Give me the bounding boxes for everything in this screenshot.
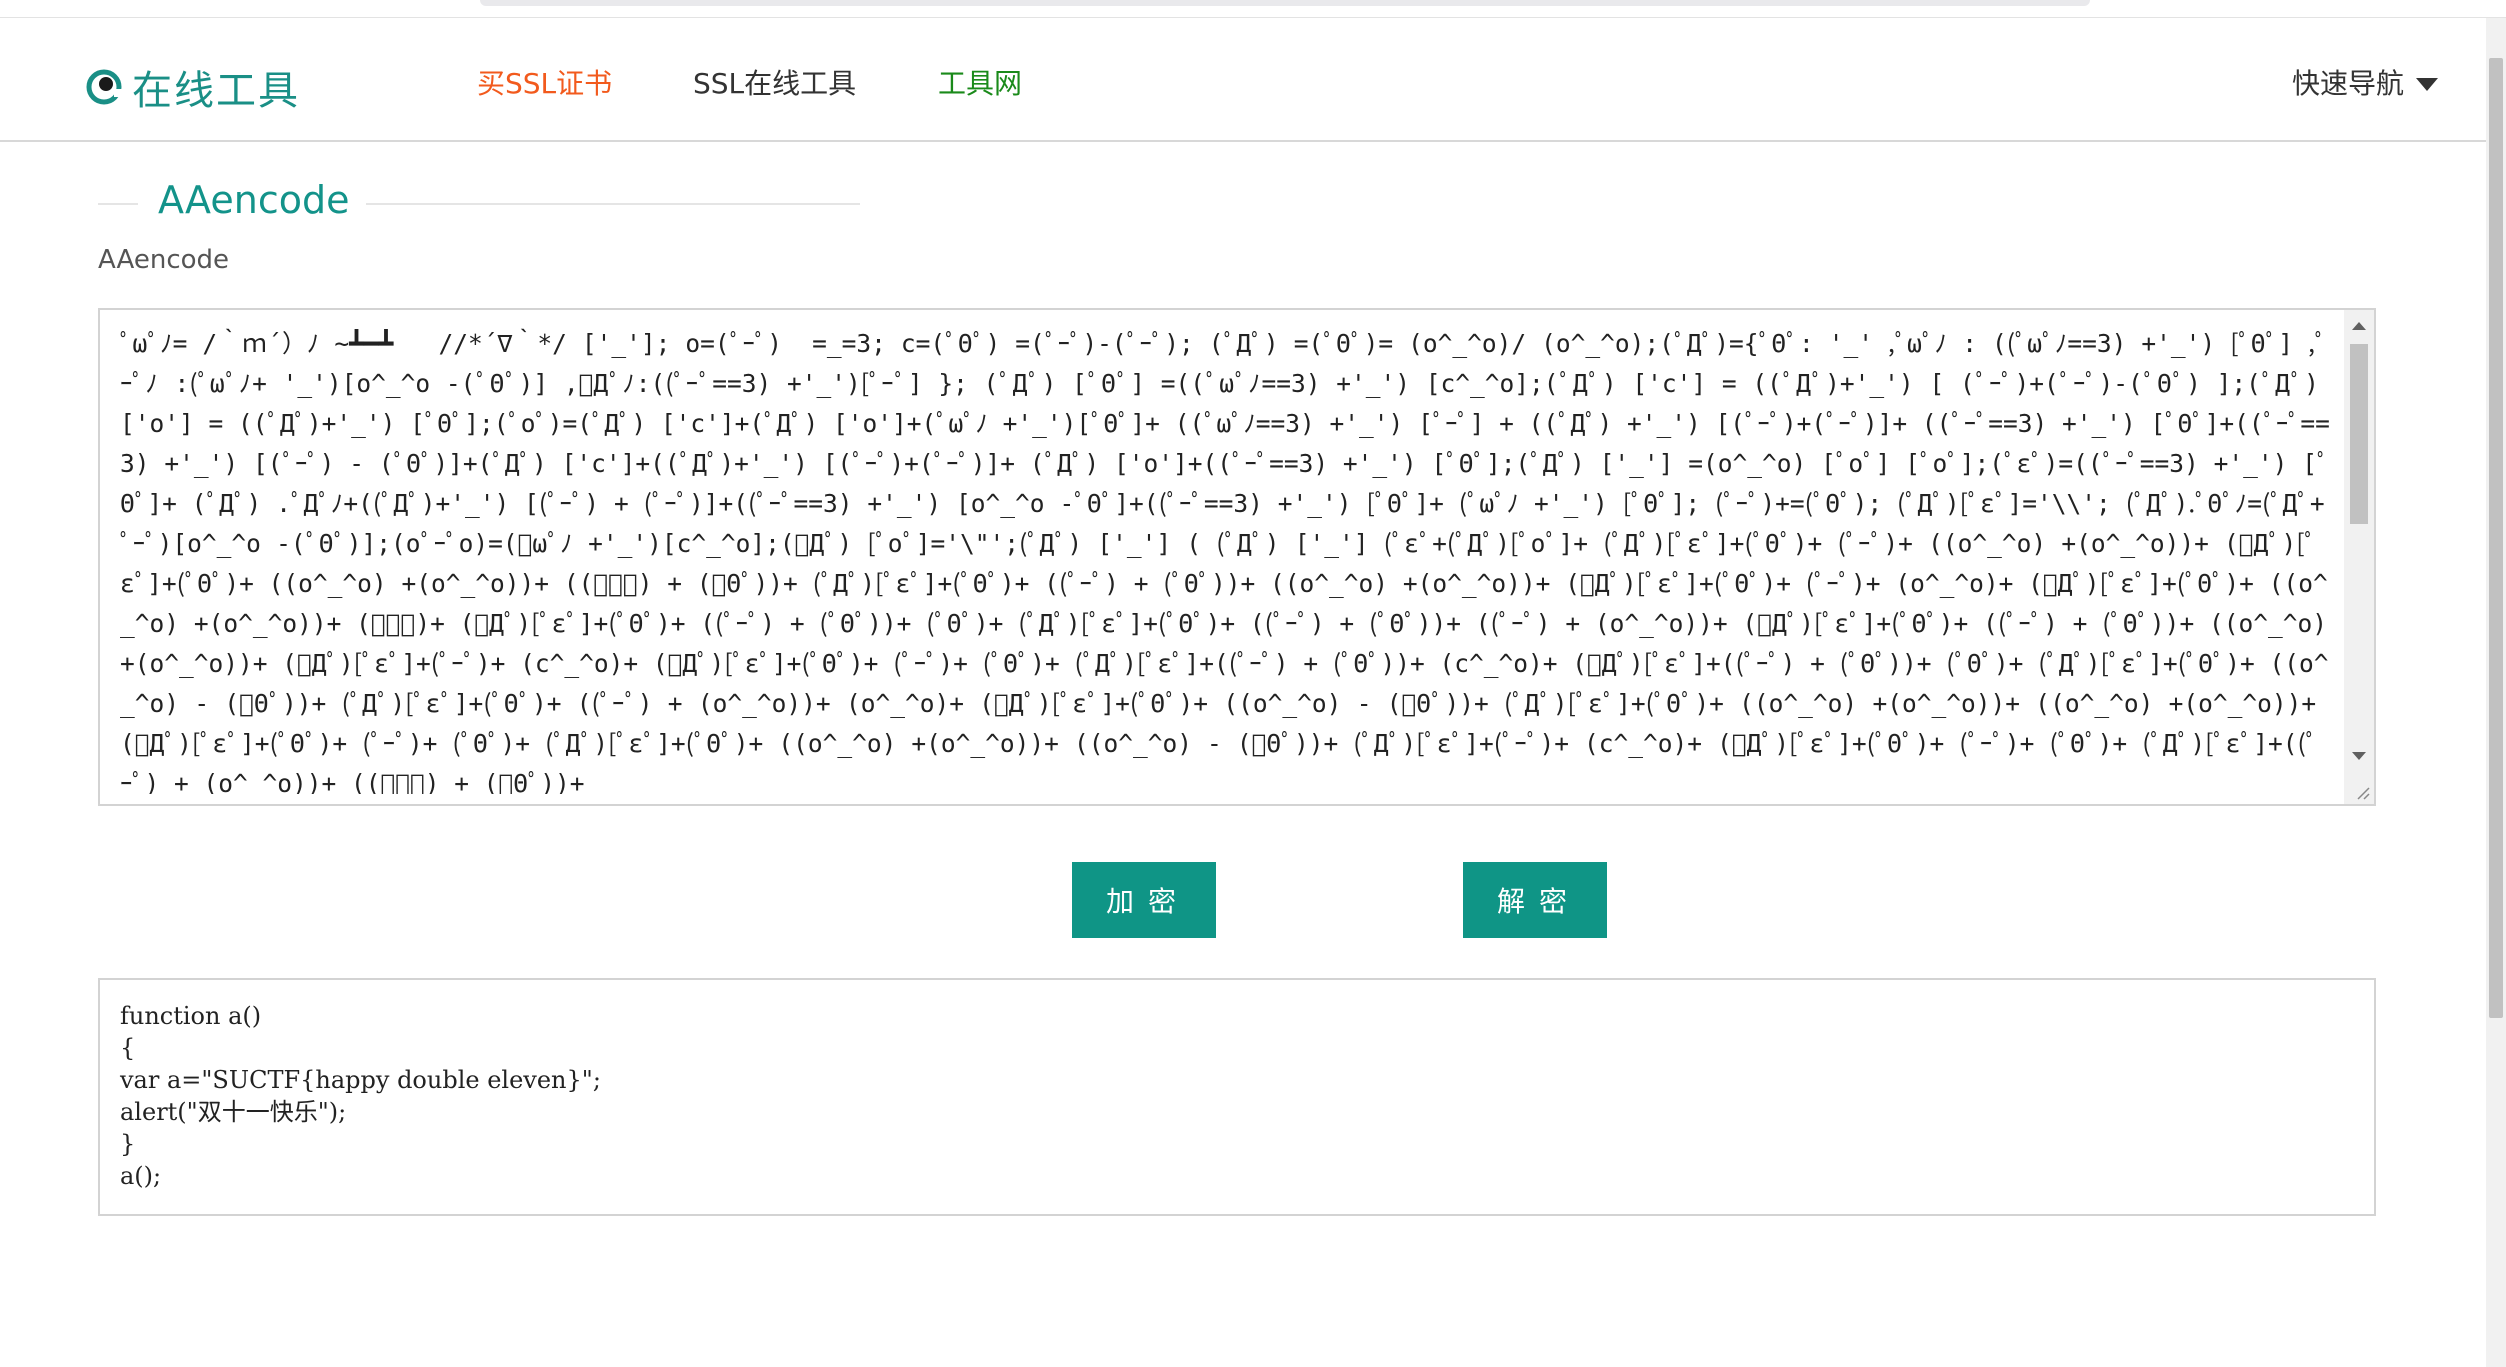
output-line: }: [120, 1130, 136, 1158]
title-divider-left: [98, 203, 138, 205]
encrypt-button[interactable]: 加密: [1072, 862, 1216, 938]
output-line: function a(): [120, 1002, 262, 1030]
browser-strip: [0, 0, 2506, 18]
quick-nav-label: 快速导航: [2292, 67, 2405, 100]
output-line: var a="SUCTF{happy double eleven}";: [120, 1066, 601, 1094]
output-line: {: [120, 1034, 136, 1062]
scroll-up-arrow-icon[interactable]: [2352, 322, 2366, 330]
logo-icon: [86, 69, 122, 105]
quick-nav-dropdown[interactable]: 快速导航: [2292, 62, 2439, 102]
title-divider-right: [366, 203, 860, 205]
aaencode-output[interactable]: function a() { var a="SUCTF{happy double…: [98, 978, 2376, 1216]
site-logo[interactable]: 在线工具: [86, 58, 300, 116]
input-scrollbar-thumb[interactable]: [2350, 344, 2368, 524]
output-line: a();: [120, 1162, 162, 1190]
caret-down-icon: [2416, 66, 2439, 99]
nav-tool-net[interactable]: 工具网: [938, 62, 1022, 102]
input-label: AAencode: [98, 245, 230, 275]
scroll-down-arrow-icon[interactable]: [2352, 752, 2366, 760]
decrypt-button[interactable]: 解密: [1463, 862, 1607, 938]
browser-address-bar-edge: [480, 0, 2090, 6]
output-line: alert("双十一快乐");: [120, 1098, 347, 1126]
nav-ssl-tools[interactable]: SSL在线工具: [693, 62, 856, 102]
resize-handle-icon[interactable]: [2354, 784, 2370, 800]
nav-buy-ssl[interactable]: 买SSL证书: [477, 62, 612, 102]
page-scrollbar-thumb[interactable]: [2489, 58, 2503, 1018]
site-header: 在线工具 买SSL证书 SSL在线工具 工具网 快速导航: [0, 18, 2486, 142]
input-scrollbar[interactable]: [2344, 310, 2374, 804]
section-title: AAencode: [158, 178, 350, 222]
aaencode-input[interactable]: ﾟωﾟﾉ= /｀ｍ´）ﾉ ~┻━┻ //*´∇｀*/ ['_']; o=(ﾟｰﾟ…: [98, 308, 2376, 806]
aaencode-output-text[interactable]: function a() { var a="SUCTF{happy double…: [120, 1000, 601, 1192]
page-scrollbar[interactable]: [2486, 18, 2506, 1367]
aaencode-input-text[interactable]: ﾟωﾟﾉ= /｀ｍ´）ﾉ ~┻━┻ //*´∇｀*/ ['_']; o=(ﾟｰﾟ…: [120, 324, 2330, 794]
logo-text: 在线工具: [132, 68, 300, 114]
